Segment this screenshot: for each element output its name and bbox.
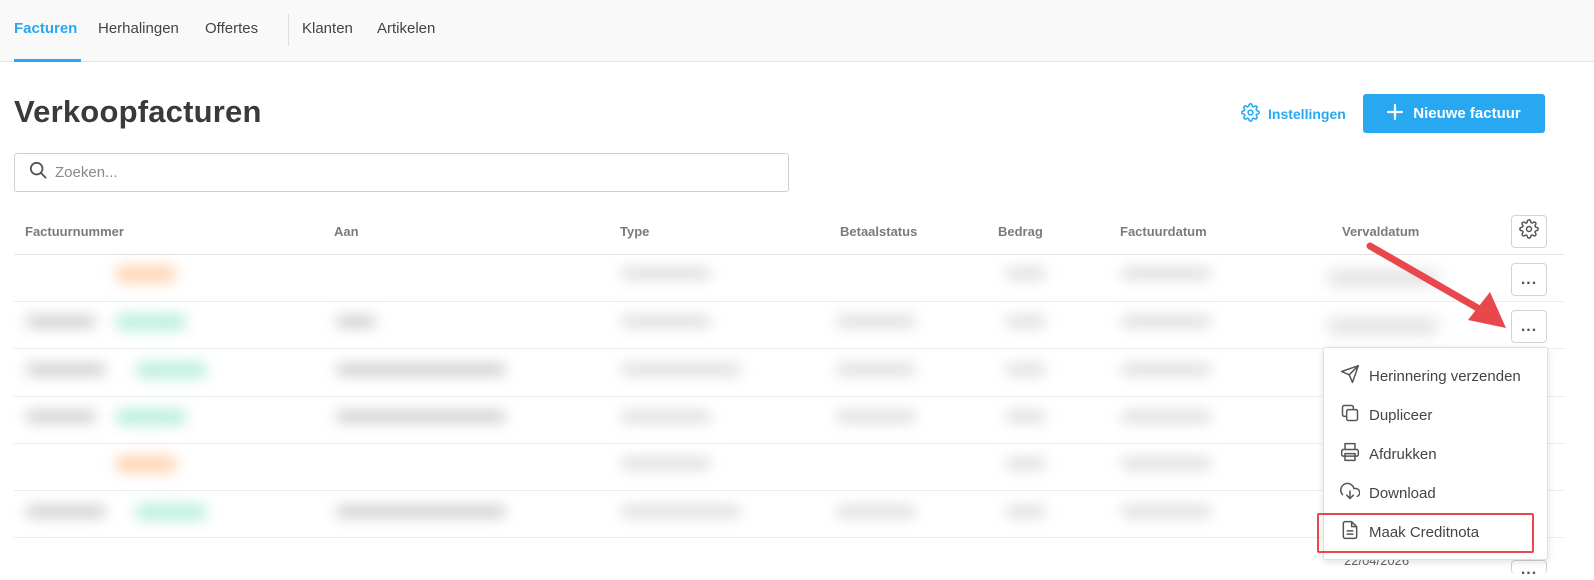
column-header-factuurnummer[interactable]: Factuurnummer: [25, 224, 124, 239]
settings-label: Instellingen: [1268, 106, 1346, 122]
new-invoice-label: Nieuwe factuur: [1413, 105, 1521, 122]
highlight-annotation-box: [1317, 513, 1534, 553]
send-icon: [1340, 364, 1360, 388]
new-invoice-button[interactable]: Nieuwe factuur: [1363, 94, 1545, 133]
tab-divider: [288, 14, 289, 46]
settings-link[interactable]: Instellingen: [1241, 103, 1346, 125]
menu-item-print[interactable]: Afdrukken: [1340, 442, 1437, 466]
search-box[interactable]: [14, 153, 789, 192]
cloud-download-icon: [1340, 481, 1361, 505]
printer-icon: [1340, 442, 1360, 466]
row-actions-button[interactable]: ...: [1511, 560, 1547, 574]
menu-item-label: Afdrukken: [1369, 445, 1437, 463]
tab-klanten[interactable]: Klanten: [302, 20, 353, 37]
menu-item-label: Herinnering verzenden: [1369, 367, 1521, 385]
column-header-factuurdatum[interactable]: Factuurdatum: [1120, 224, 1207, 239]
gear-icon: [1519, 219, 1539, 244]
annotation-arrow-icon: [1366, 242, 1506, 328]
page-title: Verkoopfacturen: [14, 94, 262, 129]
column-header-bedrag[interactable]: Bedrag: [998, 224, 1043, 239]
search-icon: [29, 161, 47, 184]
table-header-divider: [14, 254, 1564, 255]
tab-facturen[interactable]: Facturen: [14, 20, 77, 37]
tab-herhalingen[interactable]: Herhalingen: [98, 20, 179, 37]
menu-item-label: Download: [1369, 484, 1436, 502]
search-input[interactable]: [55, 164, 755, 181]
column-header-vervaldatum[interactable]: Vervaldatum: [1342, 224, 1419, 239]
column-header-type[interactable]: Type: [620, 224, 649, 239]
tab-artikelen[interactable]: Artikelen: [377, 20, 435, 37]
menu-item-download[interactable]: Download: [1340, 481, 1436, 505]
tab-offertes[interactable]: Offertes: [205, 20, 258, 37]
top-nav: Facturen Herhalingen Offertes Klanten Ar…: [0, 0, 1594, 62]
active-tab-indicator: [14, 59, 81, 62]
menu-item-label: Dupliceer: [1369, 406, 1433, 424]
menu-item-send-reminder[interactable]: Herinnering verzenden: [1340, 364, 1521, 388]
column-header-aan[interactable]: Aan: [334, 224, 359, 239]
redacted-table-rows: [16, 256, 1256, 560]
menu-item-duplicate[interactable]: Dupliceer: [1340, 403, 1432, 427]
column-header-betaalstatus[interactable]: Betaalstatus: [840, 224, 917, 239]
copy-icon: [1340, 403, 1360, 427]
gear-icon: [1241, 103, 1260, 125]
plus-icon: [1387, 103, 1404, 124]
